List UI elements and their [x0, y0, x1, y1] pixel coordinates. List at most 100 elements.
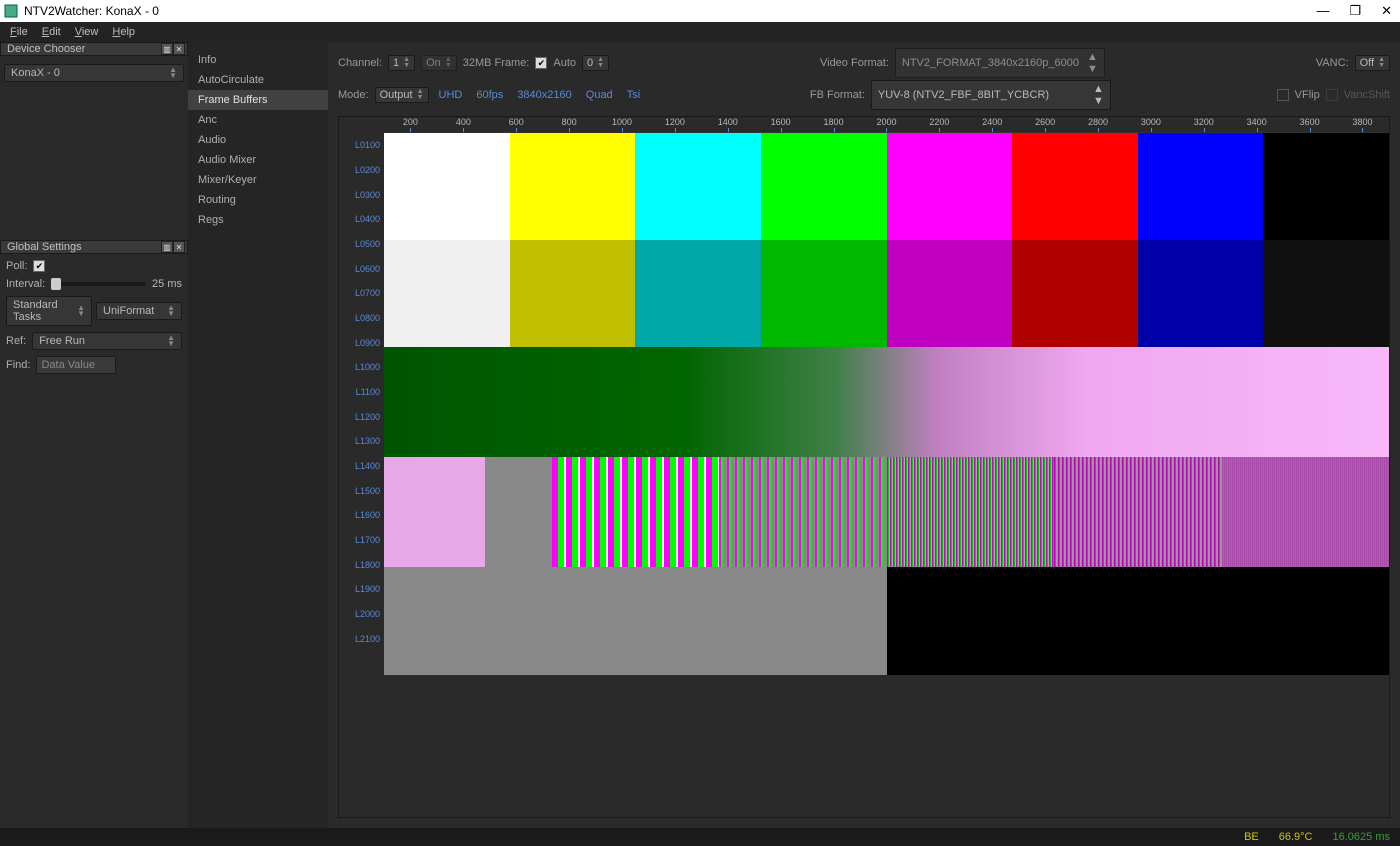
fb-format-select[interactable]: YUV-8 (NTV2_FBF_8BIT_YCBCR)▲▼	[871, 80, 1111, 110]
status-bar: BE 66.9°C 16.0625 ms	[0, 828, 1400, 846]
ruler-tick: L0600	[339, 256, 384, 281]
nav-item-mixer-keyer[interactable]: Mixer/Keyer	[188, 170, 328, 190]
colorbar-cell	[635, 133, 761, 240]
ruler-tick: L0500	[339, 232, 384, 257]
window-title: NTV2Watcher: KonaX - 0	[24, 4, 159, 18]
maximize-button[interactable]: ❐	[1349, 3, 1361, 19]
colorbar-cell	[761, 133, 887, 240]
video-format-select[interactable]: NTV2_FORMAT_3840x2160p_6000▲▼	[895, 48, 1105, 78]
ruler-tick: 3400	[1230, 117, 1283, 133]
frame-buffer-canvas[interactable]: 2004006008001000120014001600180020002200…	[338, 116, 1390, 818]
ruler-tick: 1000	[596, 117, 649, 133]
ruler-tick: L1100	[339, 380, 384, 405]
ruler-tick: L0900	[339, 330, 384, 355]
interval-value: 25 ms	[152, 278, 182, 290]
colorbar-cell	[510, 240, 636, 347]
nav-item-anc[interactable]: Anc	[188, 110, 328, 130]
vflip-checkbox[interactable]	[1277, 89, 1289, 101]
nav-item-frame-buffers[interactable]: Frame Buffers	[188, 90, 328, 110]
ruler-tick: 2400	[966, 117, 1019, 133]
nav-item-autocirculate[interactable]: AutoCirculate	[188, 70, 328, 90]
menu-bar: File Edit View Help	[0, 22, 1400, 42]
poll-label: Poll:	[6, 260, 27, 272]
device-chooser-header: Device Chooser ▥ ✕	[0, 42, 188, 56]
ruler-horizontal: 2004006008001000120014001600180020002200…	[384, 117, 1389, 133]
nav-item-regs[interactable]: Regs	[188, 210, 328, 230]
ruler-tick: L1800	[339, 552, 384, 577]
ruler-tick: 3000	[1124, 117, 1177, 133]
uniformat-select[interactable]: UniFormat ▲▼	[96, 302, 182, 320]
ruler-tick: L0300	[339, 182, 384, 207]
ruler-vertical: L0100L0200L0300L0400L0500L0600L0700L0800…	[339, 133, 384, 651]
colorbar-cell	[1012, 133, 1138, 240]
tasks-select[interactable]: Standard Tasks ▲▼	[6, 296, 92, 326]
ruler-tick: L1500	[339, 478, 384, 503]
find-input[interactable]: Data Value	[36, 356, 116, 374]
find-label: Find:	[6, 359, 30, 371]
ruler-tick: 2800	[1072, 117, 1125, 133]
menu-file[interactable]: File	[4, 24, 34, 40]
ref-select[interactable]: Free Run ▲▼	[32, 332, 182, 350]
tag-uhd: UHD	[435, 89, 467, 101]
window-titlebar: NTV2Watcher: KonaX - 0 — ❐ ✕	[0, 0, 1400, 22]
colorbar-cell	[1012, 240, 1138, 347]
ruler-tick: 600	[490, 117, 543, 133]
colorbar-cell	[635, 240, 761, 347]
tag-tsi: Tsi	[623, 89, 644, 101]
toolbar-row-2: Mode: Output▲▼ UHD 60fps 3840x2160 Quad …	[328, 80, 1400, 112]
ruler-tick: 200	[384, 117, 437, 133]
auto-value-stepper[interactable]: 0▲▼	[582, 55, 609, 71]
menu-help[interactable]: Help	[106, 24, 141, 40]
ruler-tick: L0400	[339, 207, 384, 232]
ruler-tick: L0800	[339, 306, 384, 331]
nav-item-info[interactable]: Info	[188, 50, 328, 70]
on-select[interactable]: On▲▼	[421, 55, 457, 71]
frame-buffer-image	[384, 133, 1389, 651]
poll-checkbox[interactable]: ✔	[33, 260, 45, 272]
ruler-tick: L2100	[339, 626, 384, 651]
vanc-select[interactable]: Off▲▼	[1355, 55, 1390, 71]
ruler-tick: 1800	[807, 117, 860, 133]
interval-slider[interactable]	[51, 282, 146, 286]
close-panel-icon[interactable]: ✕	[173, 43, 185, 55]
ruler-tick: 3600	[1283, 117, 1336, 133]
ruler-tick: 2600	[1019, 117, 1072, 133]
colorbar-cell	[384, 240, 510, 347]
ruler-tick: L1900	[339, 577, 384, 602]
auto-checkbox[interactable]: ✔	[535, 57, 547, 69]
ruler-tick: 1600	[754, 117, 807, 133]
ruler-tick: 400	[437, 117, 490, 133]
status-ms: 16.0625 ms	[1333, 831, 1390, 843]
ruler-tick: L1300	[339, 429, 384, 454]
nav-item-routing[interactable]: Routing	[188, 190, 328, 210]
colorbar-cell	[887, 133, 1013, 240]
ruler-tick: 1400	[701, 117, 754, 133]
interval-label: Interval:	[6, 278, 45, 290]
ruler-tick: 2000	[860, 117, 913, 133]
ruler-tick: 800	[543, 117, 596, 133]
status-temp: 66.9°C	[1279, 831, 1313, 843]
colorbar-cell	[887, 240, 1013, 347]
ruler-tick: 1200	[648, 117, 701, 133]
detach-icon[interactable]: ▥	[161, 43, 173, 55]
nav-item-audio[interactable]: Audio	[188, 130, 328, 150]
channel-select[interactable]: 1▲▼	[388, 55, 415, 71]
colorbar-cell	[1263, 133, 1389, 240]
close-panel-icon[interactable]: ✕	[173, 241, 185, 253]
device-select[interactable]: KonaX - 0 ▲▼	[4, 64, 184, 82]
ruler-tick: L1700	[339, 528, 384, 553]
mode-select[interactable]: Output▲▼	[375, 87, 429, 103]
close-button[interactable]: ✕	[1381, 3, 1392, 19]
ruler-tick: 3200	[1177, 117, 1230, 133]
updown-icon: ▲▼	[169, 67, 177, 79]
ruler-tick: L1600	[339, 503, 384, 528]
ruler-tick: L2000	[339, 602, 384, 627]
detach-icon[interactable]: ▥	[161, 241, 173, 253]
menu-view[interactable]: View	[69, 24, 105, 40]
colorbar-cell	[1138, 133, 1264, 240]
nav-item-audio-mixer[interactable]: Audio Mixer	[188, 150, 328, 170]
vancshift-checkbox[interactable]	[1326, 89, 1338, 101]
menu-edit[interactable]: Edit	[36, 24, 67, 40]
colorbar-cell	[761, 240, 887, 347]
minimize-button[interactable]: —	[1316, 3, 1329, 19]
